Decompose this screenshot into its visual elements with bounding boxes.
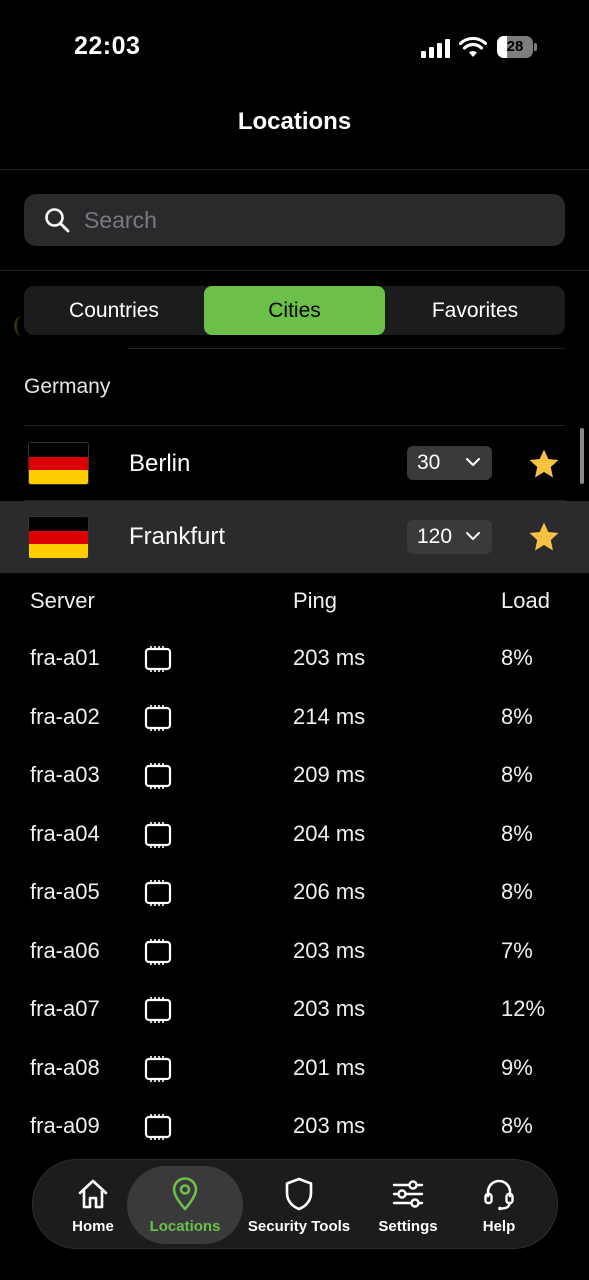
- chevron-down-icon: [466, 458, 480, 466]
- city-row-berlin[interactable]: Berlin 30: [0, 428, 589, 500]
- server-ping: 201 ms: [293, 1054, 366, 1080]
- server-chip-icon: [144, 1055, 172, 1082]
- server-chip-icon: [144, 821, 172, 848]
- search-icon: [45, 208, 70, 233]
- tab-favorites[interactable]: Favorites: [385, 286, 565, 335]
- server-name: fra-a09: [30, 1113, 100, 1138]
- server-count: 120: [417, 525, 453, 548]
- server-name: fra-a08: [30, 1054, 100, 1080]
- server-load: 8%: [501, 703, 533, 729]
- server-chip-icon: [144, 1114, 172, 1140]
- city-row-frankfurt[interactable]: Frankfurt 120: [0, 501, 589, 573]
- page-title: Locations: [237, 108, 352, 135]
- tab-countries[interactable]: Countries: [24, 286, 204, 335]
- cellular-signal-icon: [421, 39, 450, 58]
- status-time: 22:03: [74, 32, 141, 60]
- tab-locations-label: Locations: [149, 1218, 221, 1235]
- search-bar[interactable]: [24, 194, 565, 246]
- server-chip-icon: [144, 763, 172, 789]
- server-ping: 206 ms: [293, 879, 366, 904]
- city-name: Frankfurt: [129, 523, 226, 550]
- server-load: 8%: [501, 645, 533, 670]
- server-load: 7%: [501, 937, 533, 963]
- tab-cities[interactable]: Cities: [204, 286, 385, 335]
- battery-icon: 28: [497, 36, 537, 58]
- germany-flag-icon: [28, 442, 89, 485]
- server-chip-icon: [144, 997, 172, 1023]
- tab-security-tools[interactable]: Security Tools: [243, 1166, 355, 1244]
- server-row[interactable]: fra-a07 203 ms 12%: [0, 994, 589, 1052]
- server-count-dropdown[interactable]: 120: [407, 520, 492, 554]
- server-row[interactable]: fra-a02 214 ms 8%: [0, 702, 589, 760]
- server-ping: 209 ms: [293, 762, 366, 787]
- server-name: fra-a01: [30, 645, 100, 670]
- column-header-load: Load: [501, 588, 550, 613]
- location-pin-icon: [172, 1177, 198, 1211]
- battery-level: 28: [506, 38, 524, 55]
- server-count: 30: [417, 451, 441, 474]
- server-load: 12%: [501, 996, 546, 1021]
- headset-icon: [484, 1179, 514, 1211]
- segment-divider: [128, 348, 565, 349]
- favorite-star-icon[interactable]: [528, 448, 560, 480]
- home-icon: [78, 1179, 108, 1209]
- search-divider: [0, 270, 589, 271]
- server-ping: 203 ms: [293, 1113, 366, 1138]
- tab-settings[interactable]: Settings: [363, 1166, 453, 1244]
- server-name: fra-a07: [30, 996, 100, 1021]
- chevron-down-icon: [466, 532, 480, 540]
- section-divider: [24, 425, 565, 426]
- server-load: 8%: [501, 879, 533, 904]
- server-load: 8%: [501, 1113, 533, 1138]
- server-ping: 203 ms: [293, 996, 366, 1021]
- server-chip-icon: [144, 646, 172, 672]
- tab-help[interactable]: Help: [461, 1166, 537, 1244]
- tab-locations[interactable]: Locations: [127, 1166, 243, 1244]
- tab-security-tools-label: Security Tools: [247, 1218, 351, 1235]
- server-name: fra-a02: [30, 703, 100, 729]
- server-row[interactable]: fra-a05 206 ms 8%: [0, 877, 589, 935]
- server-chip-icon: [144, 704, 172, 731]
- sliders-icon: [392, 1180, 424, 1208]
- server-row[interactable]: fra-a06 203 ms 7%: [0, 936, 589, 994]
- search-input[interactable]: [84, 194, 544, 246]
- server-count-dropdown[interactable]: 30: [407, 446, 492, 480]
- germany-flag-icon: [28, 516, 89, 559]
- city-name: Berlin: [129, 450, 191, 477]
- section-header-country: Germany: [24, 375, 111, 398]
- server-row[interactable]: fra-a04 204 ms 8%: [0, 819, 589, 877]
- server-chip-icon: [144, 880, 172, 906]
- server-ping: 203 ms: [293, 937, 366, 963]
- server-load: 8%: [501, 820, 533, 846]
- status-bar: 22:03 28: [0, 0, 589, 90]
- tab-home[interactable]: Home: [51, 1166, 135, 1244]
- server-ping: 214 ms: [293, 703, 366, 729]
- server-load: 8%: [501, 762, 533, 787]
- header-divider: [0, 169, 589, 170]
- segmented-control: Countries Cities Favorites: [24, 286, 565, 335]
- favorite-star-icon[interactable]: [528, 521, 560, 553]
- server-ping: 204 ms: [293, 820, 366, 846]
- server-name: fra-a06: [30, 937, 100, 963]
- server-load: 9%: [501, 1054, 533, 1080]
- wifi-icon: [459, 36, 487, 57]
- server-ping: 203 ms: [293, 645, 366, 670]
- server-row[interactable]: fra-a01 203 ms 8%: [0, 643, 589, 701]
- server-name: fra-a04: [30, 820, 100, 846]
- shield-icon: [285, 1177, 313, 1211]
- server-row[interactable]: fra-a08 201 ms 9%: [0, 1053, 589, 1111]
- server-row[interactable]: fra-a03 209 ms 8%: [0, 760, 589, 818]
- server-chip-icon: [144, 938, 172, 965]
- tab-home-label: Home: [72, 1218, 114, 1235]
- bottom-tab-bar: Home Locations Security Tools Settings H…: [32, 1159, 558, 1249]
- scrollbar[interactable]: [580, 428, 584, 484]
- column-header-server: Server: [30, 588, 95, 613]
- server-name: fra-a03: [30, 762, 100, 787]
- tab-settings-label: Settings: [378, 1218, 438, 1235]
- column-header-ping: Ping: [293, 588, 338, 613]
- server-name: fra-a05: [30, 879, 100, 904]
- tab-help-label: Help: [482, 1218, 516, 1235]
